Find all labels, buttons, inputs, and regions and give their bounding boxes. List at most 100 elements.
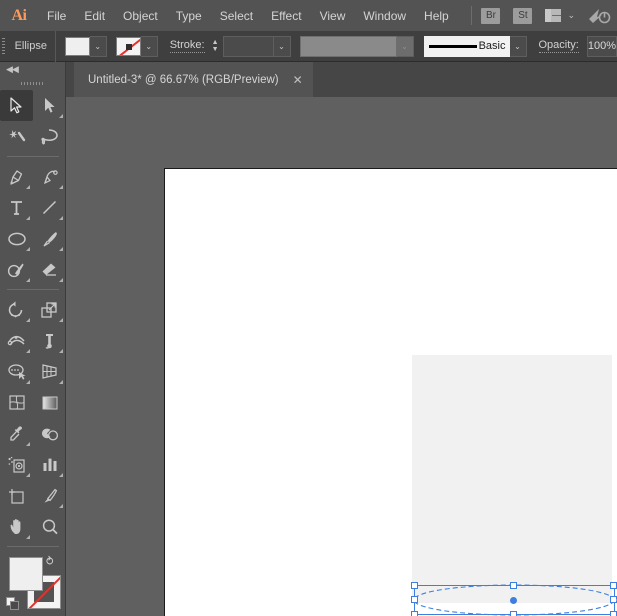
lasso-tool[interactable] <box>33 121 66 152</box>
menu-help[interactable]: Help <box>415 0 458 31</box>
width-tool[interactable] <box>0 325 33 356</box>
handle-bottom-left[interactable] <box>411 611 418 616</box>
stroke-weight-input[interactable] <box>223 36 274 57</box>
menu-select[interactable]: Select <box>211 0 262 31</box>
app-logo-icon: Ai <box>0 0 38 31</box>
menu-view[interactable]: View <box>311 0 355 31</box>
shape-builder-tool[interactable] <box>0 356 33 387</box>
tool-group-selection <box>0 90 66 152</box>
toolbar-fill-swatch[interactable] <box>9 557 43 591</box>
document-tab[interactable]: Untitled-3* @ 66.67% (RGB/Preview) ✕ <box>74 62 313 97</box>
opacity-input[interactable]: 100% <box>587 36 617 57</box>
type-tool[interactable] <box>0 192 33 223</box>
line-segment-tool[interactable] <box>33 192 66 223</box>
menu-file[interactable]: File <box>38 0 75 31</box>
document-tab-bar: Untitled-3* @ 66.67% (RGB/Preview) ✕ <box>66 62 617 97</box>
slice-tool[interactable] <box>33 480 66 511</box>
stroke-color-swatch[interactable] <box>116 37 141 56</box>
scale-tool[interactable] <box>33 294 66 325</box>
stroke-control[interactable]: ⌄ <box>116 36 158 57</box>
mesh-tool[interactable] <box>0 387 33 418</box>
handle-bottom-right[interactable] <box>610 611 617 616</box>
default-fill-stroke-button[interactable] <box>6 597 19 610</box>
rotate-tool[interactable] <box>0 294 33 325</box>
tool-flyout-indicator-icon <box>59 278 63 282</box>
tool-flyout-indicator-icon <box>59 380 63 384</box>
tools-panel: ◀◀ <box>0 62 66 616</box>
stroke-dropdown-button[interactable]: ⌄ <box>141 36 158 57</box>
tools-panel-grip[interactable] <box>0 76 65 90</box>
zoom-tool[interactable] <box>33 511 66 542</box>
blend-tool[interactable] <box>33 418 66 449</box>
stroke-weight-dropdown-button[interactable]: ⌄ <box>274 36 291 57</box>
eyedropper-tool[interactable] <box>0 418 33 449</box>
stroke-inner-square-icon <box>126 44 132 50</box>
gradient-tool[interactable] <box>33 387 66 418</box>
bridge-button[interactable]: Br <box>481 8 500 24</box>
pen-tool[interactable] <box>0 161 33 192</box>
menu-bar: Ai File Edit Object Type Select Effect V… <box>0 0 617 31</box>
tool-flyout-indicator-icon <box>59 114 63 118</box>
workspace-switcher-icon <box>545 9 561 22</box>
artboard-tool[interactable] <box>0 480 33 511</box>
chevron-down-icon: ⌄ <box>567 10 575 21</box>
fill-control[interactable]: ⌄ <box>65 36 107 57</box>
handle-top-right[interactable] <box>610 582 617 589</box>
shaper-tool[interactable] <box>0 254 33 285</box>
eraser-tool[interactable] <box>33 254 66 285</box>
handle-top-center[interactable] <box>510 582 517 589</box>
workspace-switcher[interactable]: ⌄ <box>545 9 575 22</box>
menu-edit[interactable]: Edit <box>75 0 114 31</box>
paintbrush-tool[interactable] <box>33 223 66 254</box>
variable-width-profile-field[interactable] <box>300 36 397 57</box>
tool-divider <box>7 289 59 290</box>
handle-top-left[interactable] <box>411 582 418 589</box>
selection-tool[interactable] <box>0 90 33 121</box>
grip-dots-icon <box>21 82 44 85</box>
menu-window[interactable]: Window <box>354 0 415 31</box>
illustrator-window: Ai File Edit Object Type Select Effect V… <box>0 0 617 616</box>
symbol-sprayer-tool[interactable] <box>0 449 33 480</box>
gray-rectangle[interactable] <box>412 355 612 603</box>
brush-stroke-preview-icon <box>429 45 477 48</box>
opacity-label[interactable]: Opacity: <box>539 39 579 53</box>
close-icon[interactable]: ✕ <box>293 74 303 86</box>
tool-flyout-indicator-icon <box>59 216 63 220</box>
creative-cloud-icon[interactable] <box>587 6 611 26</box>
brush-dropdown-button[interactable]: ⌄ <box>510 36 527 57</box>
selected-ellipse[interactable] <box>411 582 617 616</box>
brush-definition-field[interactable]: Basic <box>424 36 510 57</box>
divider <box>55 31 56 62</box>
swap-fill-stroke-icon[interactable]: ⥁ <box>46 555 59 568</box>
stroke-weight-stepper[interactable]: ▲ ▼ <box>212 36 219 57</box>
width-profile-group[interactable]: ⌄ <box>291 36 414 57</box>
handle-middle-left[interactable] <box>411 596 418 603</box>
brush-name-label: Basic <box>479 40 506 52</box>
curvature-tool[interactable] <box>33 161 66 192</box>
column-graph-tool[interactable] <box>33 449 66 480</box>
fill-dropdown-button[interactable]: ⌄ <box>90 36 107 57</box>
direct-selection-tool[interactable] <box>33 90 66 121</box>
tool-flyout-indicator-icon <box>26 473 30 477</box>
stroke-weight-label[interactable]: Stroke: <box>170 39 205 53</box>
variable-width-dropdown-button[interactable]: ⌄ <box>397 36 414 57</box>
ellipse-tool[interactable] <box>0 223 33 254</box>
collapse-panel-button[interactable]: ◀◀ <box>0 62 65 76</box>
tool-flyout-indicator-icon <box>26 247 30 251</box>
stock-button[interactable]: St <box>513 8 532 24</box>
free-transform-tool[interactable] <box>33 325 66 356</box>
artboard[interactable] <box>164 168 617 616</box>
perspective-grid-tool[interactable] <box>33 356 66 387</box>
stroke-weight-field-group[interactable]: ⌄ <box>223 36 291 57</box>
hand-tool[interactable] <box>0 511 33 542</box>
magic-wand-tool[interactable] <box>0 121 33 152</box>
menu-object[interactable]: Object <box>114 0 167 31</box>
menu-type[interactable]: Type <box>167 0 211 31</box>
canvas-area[interactable] <box>66 97 617 616</box>
control-panel: Ellipse ⌄ ⌄ Stroke: ▲ ▼ ⌄ ⌄ <box>0 31 617 62</box>
menu-effect[interactable]: Effect <box>262 0 310 31</box>
handle-bottom-center[interactable] <box>510 611 517 616</box>
brush-definition-group[interactable]: Basic ⌄ <box>414 36 527 57</box>
fill-color-swatch[interactable] <box>65 37 90 56</box>
tool-group-transform <box>0 294 66 542</box>
